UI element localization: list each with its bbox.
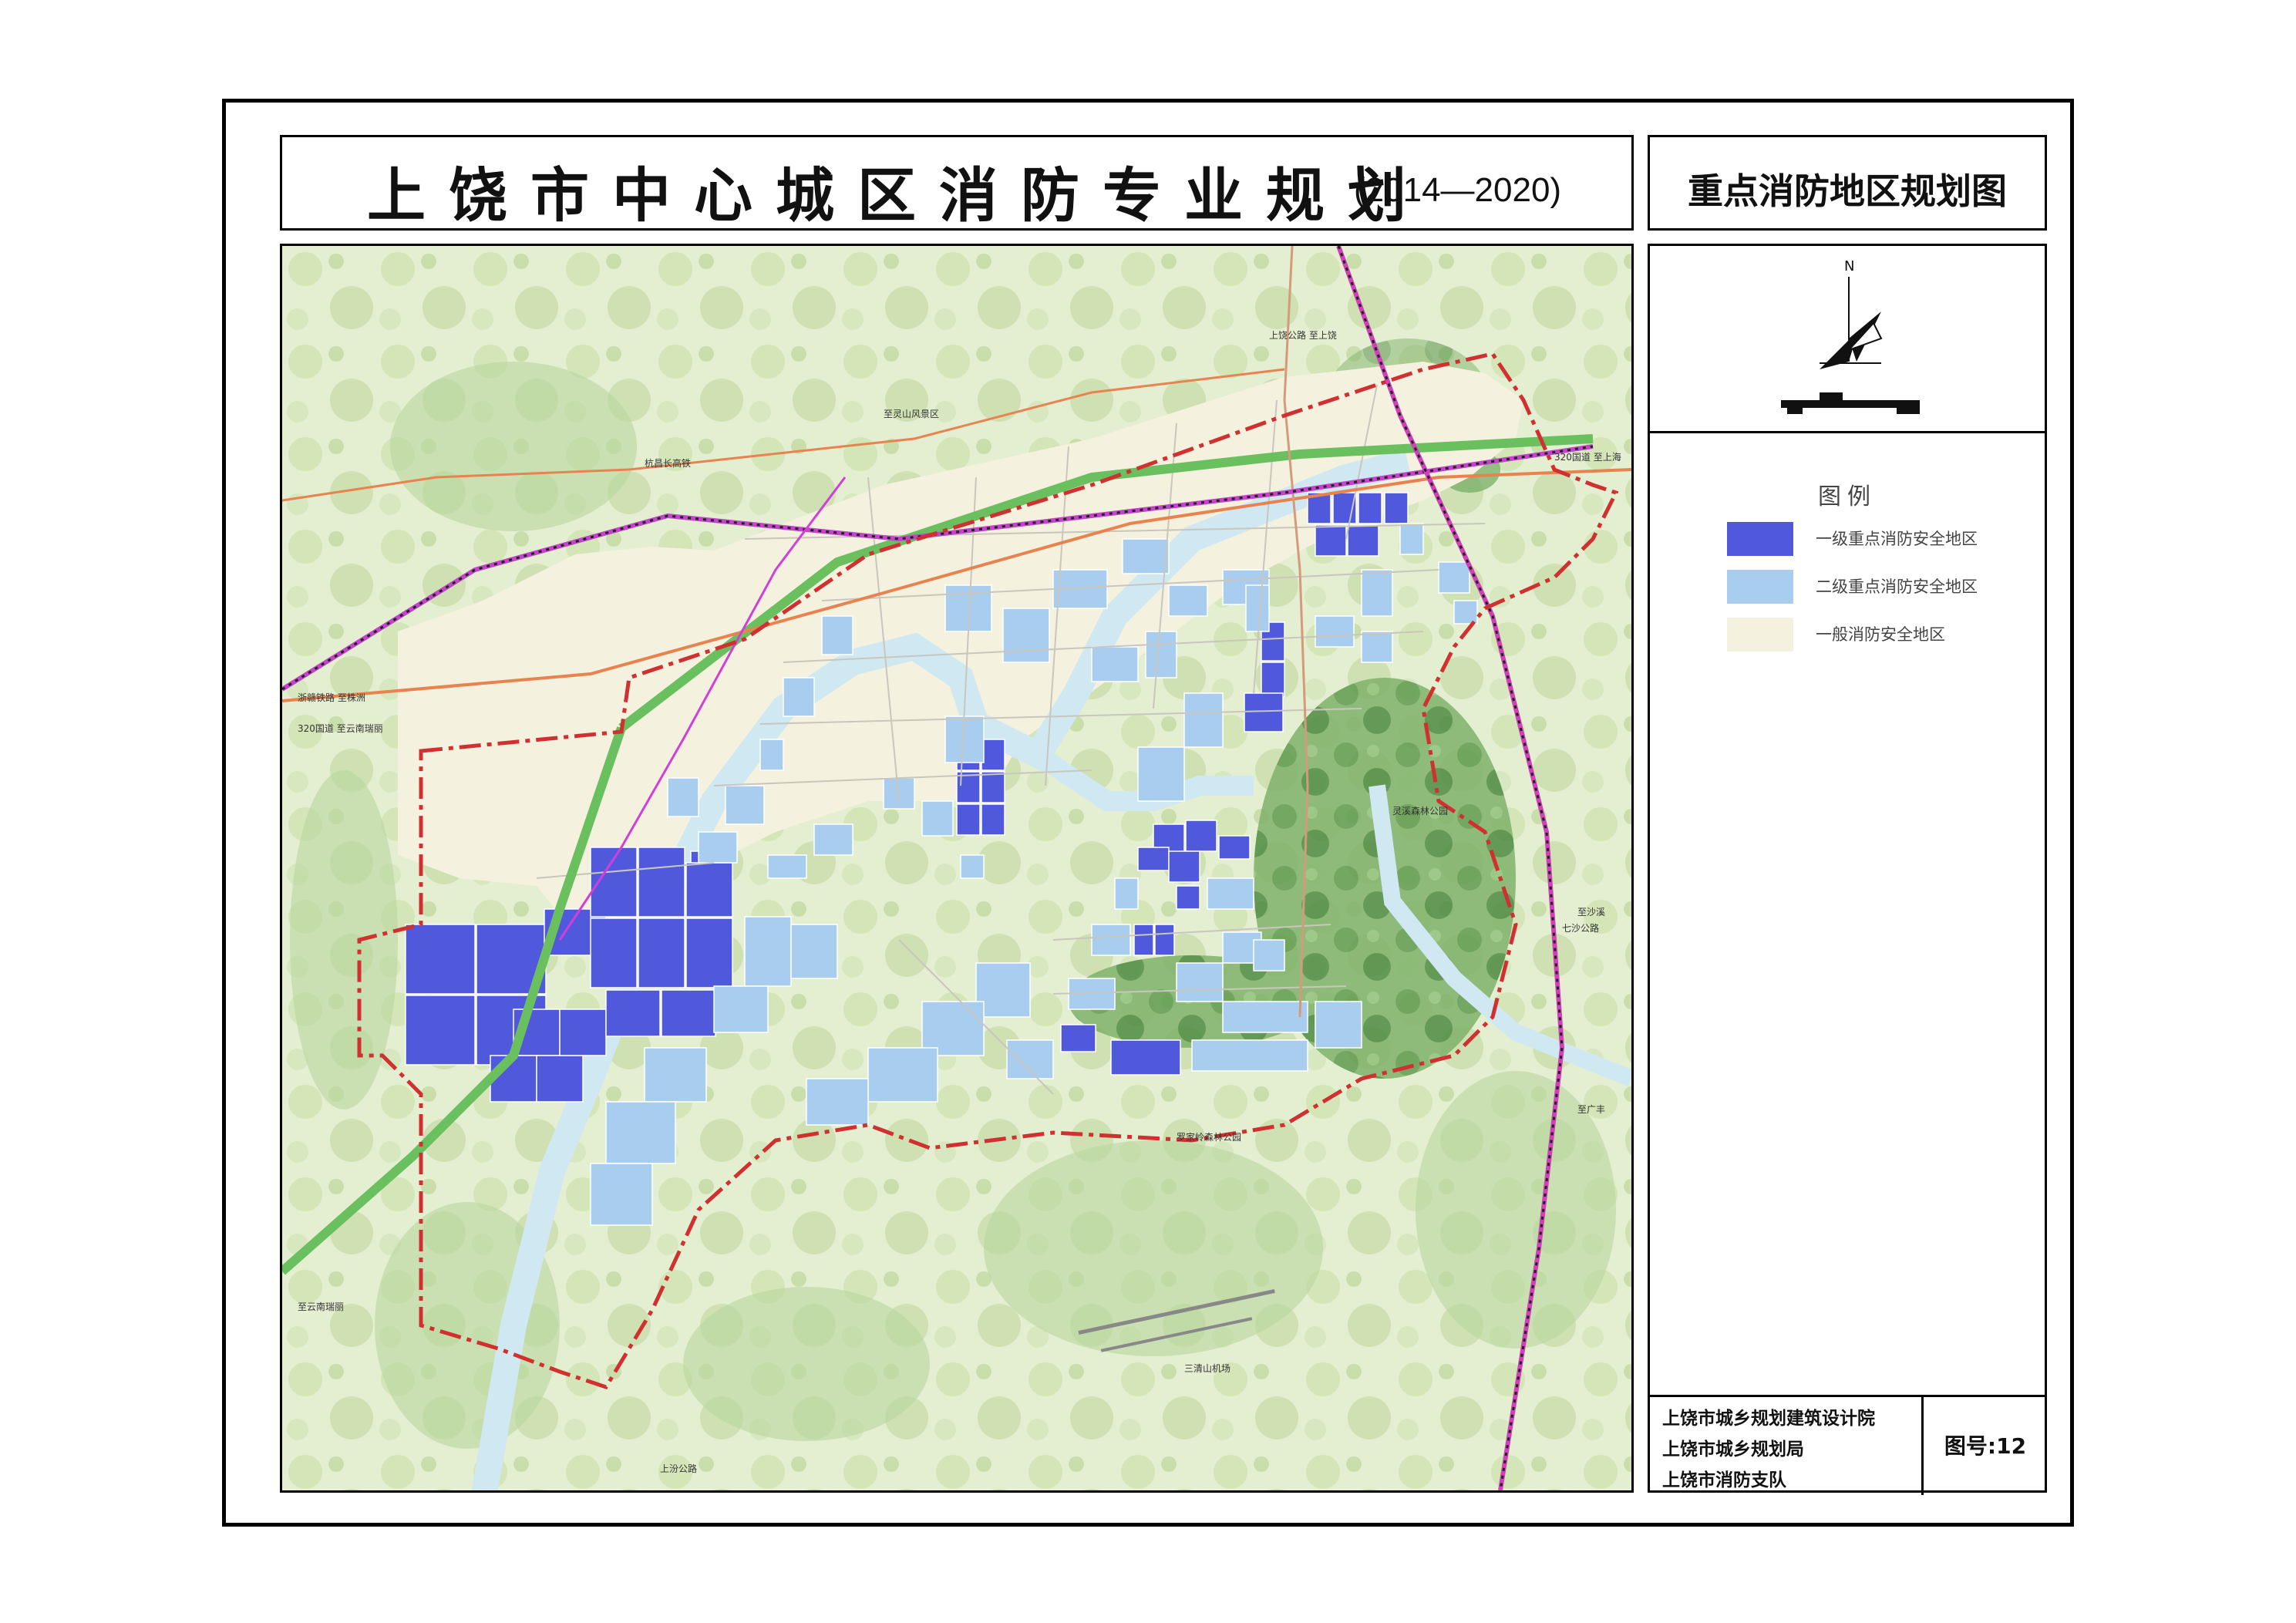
label-sanqingshan: 三清山机场 (1184, 1363, 1230, 1374)
footer: 上饶市城乡规划建筑设计院 上饶市城乡规划局 上饶市消防支队 图号:12 (1650, 1395, 2045, 1495)
legend-label: 一般消防安全地区 (1816, 625, 1945, 644)
label-hangchang: 杭昌长高铁 (645, 457, 691, 469)
label-qisha: 七沙公路 (1562, 922, 1599, 934)
label-zhiguangfeng: 至广丰 (1577, 1104, 1605, 1115)
north-label: N (1844, 258, 1854, 274)
legend-title: 图例 (1818, 483, 1877, 510)
north-arrow-icon: N (1781, 258, 1920, 414)
map-subtitle: 重点消防地区规划图 (1688, 170, 2007, 212)
label-zhegan-rail: 浙赣铁路 至株洲 (298, 692, 365, 703)
org-fire-brigade: 上饶市消防支队 (1662, 1470, 1786, 1490)
map-canvas: 至灵山风景区 杭昌长高铁 浙赣铁路 至株洲 320国道 至云南瑞丽 320国道 … (282, 246, 1631, 1490)
label-lingshan: 至灵山风景区 (884, 409, 939, 419)
legend-swatch-second-level (1727, 570, 1793, 604)
label-lingxi: 灵溪森林公园 (1392, 805, 1448, 817)
org-design-institute: 上饶市城乡规划建筑设计院 (1662, 1409, 1875, 1429)
legend-swatch-first-level (1727, 522, 1793, 556)
label-shangfen: 上汾公路 (660, 1463, 697, 1474)
organization-list: 上饶市城乡规划建筑设计院 上饶市城乡规划局 上饶市消防支队 (1662, 1403, 1917, 1496)
map-area[interactable]: 至灵山风景区 杭昌长高铁 浙赣铁路 至株洲 320国道 至云南瑞丽 320国道 … (280, 244, 1634, 1493)
label-shangwu-road: 上饶公路 至上饶 (1269, 329, 1337, 341)
org-planning-bureau: 上饶市城乡规划局 (1662, 1439, 1804, 1460)
north-arrow-panel: N (1650, 246, 2045, 433)
label-luojiayin: 罗家岭森林公园 (1177, 1131, 1241, 1143)
figure-number-box: 图号:12 (1921, 1397, 2047, 1495)
legend-swatch-general (1727, 618, 1793, 652)
figure-number: 图号:12 (1944, 1433, 2027, 1459)
side-panel: N 图例 一级重点消防安全地区 二级重点消防安全地区 一般消防安全地区 上饶市城… (1648, 244, 2047, 1495)
label-zhisha: 至沙溪 (1577, 907, 1605, 918)
map-title: 上饶市中心城区消防专业规划 (367, 161, 1429, 230)
legend-label: 二级重点消防安全地区 (1816, 577, 1978, 596)
subtitle-box: 重点消防地区规划图 (1648, 135, 2047, 231)
map-years: (2014—2020) (1354, 171, 1562, 209)
legend-label: 一级重点消防安全地区 (1816, 530, 1978, 548)
label-zhiyunnan-ruili: 至云南瑞丽 (298, 1301, 344, 1312)
title-box: 上饶市中心城区消防专业规划 (2014—2020) (280, 135, 1634, 231)
label-g320-west: 320国道 至云南瑞丽 (298, 722, 383, 734)
label-g320-east: 320国道 至上海 (1554, 451, 1621, 463)
